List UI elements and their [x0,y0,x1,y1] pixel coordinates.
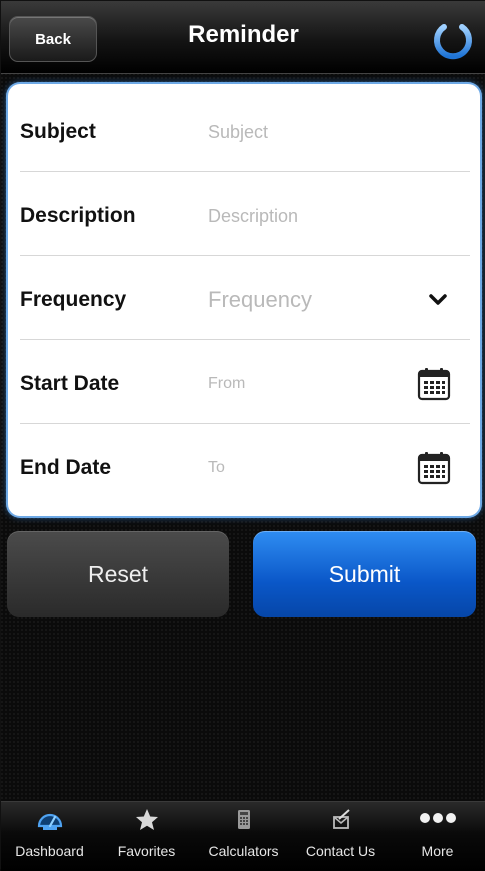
speedometer-icon [37,813,62,830]
tab-label: Dashboard [15,843,84,859]
tab-more[interactable]: More [389,802,485,871]
end-date-label: End Date [20,456,112,479]
tab-bar: Dashboard Favorites Calculators Contact … [1,801,485,871]
star-icon [135,809,158,830]
description-row[interactable]: Description Description [8,174,480,258]
subject-label: Subject [20,120,96,143]
tab-label: Contact Us [305,843,376,859]
more-icon [419,813,456,823]
description-label: Description [20,204,136,227]
navigation-bar: Back Reminder [1,1,485,74]
tab-contact-us[interactable]: Contact Us [292,802,389,871]
contact-icon [332,809,350,829]
tab-label: Calculators [208,843,279,859]
start-date-label: Start Date [20,372,120,395]
subject-field[interactable]: Subject [208,122,268,143]
reminder-form: Subject Subject Description Description … [8,84,480,516]
tab-favorites[interactable]: Favorites [98,802,195,871]
frequency-select[interactable]: Frequency [208,287,312,313]
divider [20,339,470,340]
power-icon[interactable] [430,15,476,61]
description-field[interactable]: Description [208,206,298,227]
end-date-field[interactable]: To [208,459,225,477]
frequency-label: Frequency [20,288,127,311]
tab-label: More [421,843,454,859]
submit-button-label: Submit [328,560,401,587]
submit-button[interactable]: Submit [253,531,476,617]
tab-calculators[interactable]: Calculators [195,802,292,871]
start-date-row[interactable]: Start Date From [8,342,480,426]
page-title: Reminder [188,21,299,48]
calculator-icon [237,810,250,829]
divider [20,423,470,424]
frequency-row[interactable]: Frequency Frequency [8,258,480,342]
calendar-icon[interactable] [416,366,452,402]
calendar-icon[interactable] [416,450,452,486]
start-date-field[interactable]: From [208,375,245,393]
subject-row[interactable]: Subject Subject [8,90,480,174]
divider [20,255,470,256]
reset-button[interactable]: Reset [7,531,229,617]
end-date-row[interactable]: End Date To [8,426,480,510]
divider [20,171,470,172]
tab-dashboard[interactable]: Dashboard [1,802,98,871]
reset-button-label: Reset [87,560,149,587]
tab-label: Favorites [117,843,176,859]
chevron-down-icon[interactable] [428,290,448,310]
